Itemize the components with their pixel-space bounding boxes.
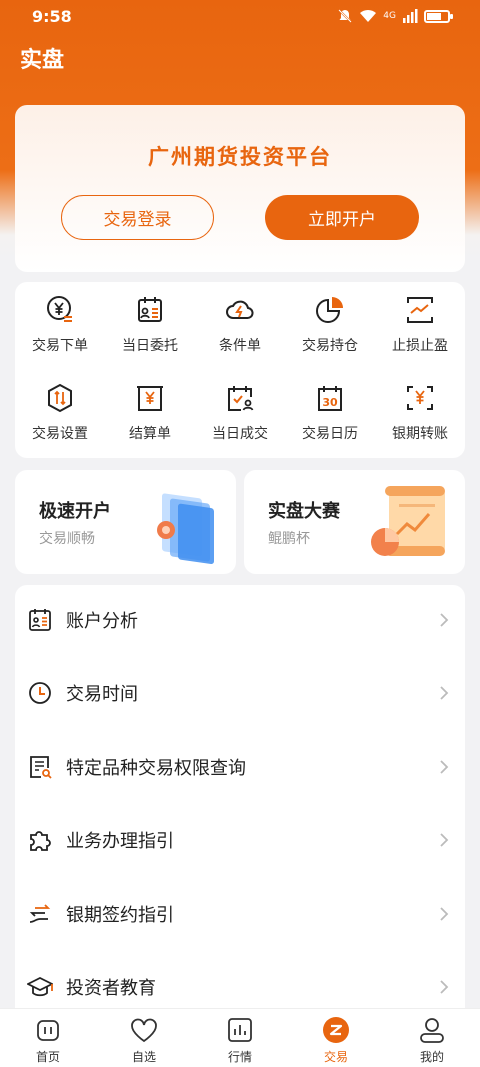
trade-login-button[interactable]: 交易登录: [61, 195, 214, 240]
menu-item-business-guide[interactable]: 业务办理指引: [15, 810, 465, 870]
menu-list: 账户分析 交易时间 特定品种交易权限查询 业务办理指引 银期签约指引 投资者教育: [15, 585, 465, 1015]
chevron-right-icon: [440, 907, 449, 921]
func-item-trade-order[interactable]: 交易下单: [15, 282, 105, 370]
func-item-today-entrust[interactable]: 当日委托: [105, 282, 195, 370]
mute-bell-icon: [338, 9, 353, 23]
cards-illustration-icon: [157, 493, 214, 564]
status-time: 9:58: [32, 6, 72, 26]
heart-icon: [131, 1018, 157, 1043]
chevron-right-icon: [440, 833, 449, 847]
scroll-chart-illustration-icon: [371, 486, 445, 556]
account-analysis-icon: [29, 609, 51, 631]
menu-label: 交易时间: [66, 684, 138, 705]
menu-item-account-analysis[interactable]: 账户分析: [15, 590, 465, 650]
menu-item-trade-time[interactable]: 交易时间: [15, 663, 465, 723]
func-label: 当日委托: [122, 338, 178, 354]
chevron-right-icon: [440, 980, 449, 994]
user-icon: [420, 1018, 444, 1043]
calendar-user-icon: [228, 386, 254, 411]
status-bar: 9:58 4G: [0, 0, 480, 32]
promo-title: 极速开户: [39, 501, 111, 522]
trend-frame-icon: [407, 297, 433, 323]
tab-home[interactable]: 首页: [0, 1009, 96, 1067]
menu-label: 投资者教育: [66, 978, 156, 999]
chevron-right-icon: [440, 760, 449, 774]
func-label: 结算单: [129, 426, 171, 442]
chevron-right-icon: [440, 613, 449, 627]
promo-contest[interactable]: 实盘大赛 鲲鹏杯: [244, 470, 465, 574]
clock-icon: [29, 682, 51, 704]
func-item-settlement[interactable]: 结算单: [105, 370, 195, 458]
hero-card: 广州期货投资平台 交易登录 立即开户: [15, 105, 465, 272]
func-item-trade-calendar[interactable]: 30 交易日历: [285, 370, 375, 458]
page-title: 实盘: [20, 48, 65, 73]
network-label: 4G: [383, 11, 396, 21]
open-account-button[interactable]: 立即开户: [265, 195, 419, 240]
promo-quick-open[interactable]: 极速开户 交易顺畅: [15, 470, 236, 574]
bank-transfer-icon: [407, 386, 433, 410]
signal-icon: [403, 9, 418, 23]
wifi-icon: [360, 9, 377, 22]
svg-text:30: 30: [322, 396, 338, 409]
calendar-30-icon: 30: [318, 386, 342, 411]
func-label: 银期转账: [392, 426, 448, 442]
tab-label: 行情: [227, 1050, 252, 1064]
promo-title: 实盘大赛: [268, 501, 340, 522]
tab-label: 我的: [419, 1050, 444, 1064]
func-label: 止损止盈: [392, 338, 448, 354]
menu-label: 业务办理指引: [66, 831, 174, 852]
func-item-today-deals[interactable]: 当日成交: [195, 370, 285, 458]
func-label: 交易持仓: [302, 338, 358, 354]
chevron-right-icon: [440, 686, 449, 700]
func-item-stop-loss[interactable]: 止损止盈: [375, 282, 465, 370]
func-item-condition-order[interactable]: 条件单: [195, 282, 285, 370]
entrust-icon: [138, 297, 162, 322]
promo-subtitle: 鲲鹏杯: [268, 531, 310, 547]
function-grid-card: 交易下单 当日委托 条件单 交易持仓 止损止盈 交易设置 结算单 当日成交 30…: [15, 282, 465, 458]
menu-item-bank-sign-guide[interactable]: 银期签约指引: [15, 884, 465, 944]
func-label: 交易设置: [32, 426, 88, 442]
tab-label: 自选: [131, 1050, 156, 1064]
bottom-tab-bar: 首页 自选 行情 交易 我的: [0, 1008, 480, 1067]
battery-icon: [424, 9, 453, 23]
menu-label: 银期签约指引: [66, 905, 174, 926]
graduation-cap-icon: [27, 976, 53, 997]
func-label: 交易日历: [302, 426, 358, 442]
menu-label: 特定品种交易权限查询: [66, 758, 246, 779]
trade-active-icon: [323, 1017, 349, 1043]
hex-settings-icon: [48, 383, 72, 413]
func-item-bank-transfer[interactable]: 银期转账: [375, 370, 465, 458]
tab-mine[interactable]: 我的: [384, 1009, 480, 1067]
puzzle-icon: [30, 831, 51, 851]
func-label: 当日成交: [212, 426, 268, 442]
func-label: 条件单: [219, 338, 261, 354]
menu-item-permission-query[interactable]: 特定品种交易权限查询: [15, 737, 465, 797]
func-label: 交易下单: [32, 338, 88, 354]
tab-label: 交易: [323, 1050, 348, 1064]
document-search-icon: [30, 756, 52, 779]
hero-title: 广州期货投资平台: [148, 145, 332, 169]
settlement-icon: [137, 386, 163, 411]
bar-chart-icon: [228, 1018, 252, 1042]
pie-chart-icon: [316, 297, 343, 323]
yen-order-icon: [47, 296, 72, 322]
status-icons: 4G: [337, 8, 453, 24]
func-item-trade-settings[interactable]: 交易设置: [15, 370, 105, 458]
tab-watchlist[interactable]: 自选: [96, 1009, 192, 1067]
cloud-bolt-icon: [226, 300, 254, 319]
tab-trade[interactable]: 交易: [288, 1009, 384, 1067]
promo-subtitle: 交易顺畅: [39, 531, 95, 547]
tab-market[interactable]: 行情: [192, 1009, 288, 1067]
menu-label: 账户分析: [66, 611, 138, 632]
tab-label: 首页: [35, 1050, 60, 1064]
func-item-positions[interactable]: 交易持仓: [285, 282, 375, 370]
hand-transfer-icon: [29, 904, 51, 923]
home-icon: [37, 1020, 59, 1041]
menu-item-investor-education[interactable]: 投资者教育: [15, 957, 465, 1015]
